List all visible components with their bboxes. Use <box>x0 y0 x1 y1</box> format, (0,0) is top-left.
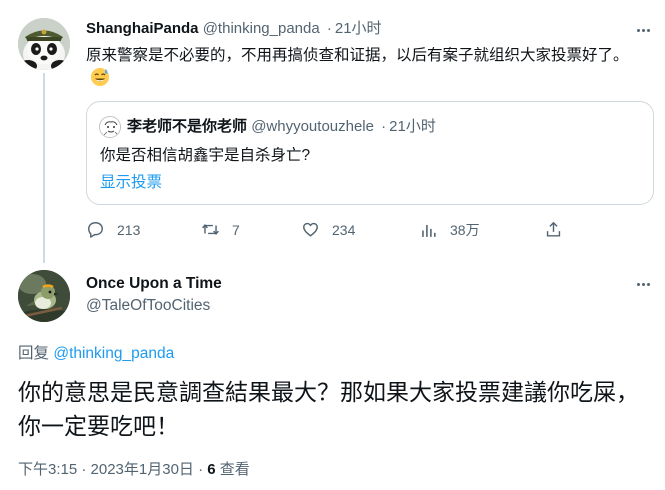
tweet-text: 你的意思是民意調查結果最大？那如果大家投票建議你吃屎，你一定要吃吧！ <box>18 379 639 439</box>
tweet-text: 原来警察是不必要的，不用再搞侦查和证据，以后有案子就组织大家投票好了。 <box>86 44 646 94</box>
sketch-avatar-icon <box>100 117 120 137</box>
panda-avatar-icon <box>18 18 70 70</box>
views-label: 查看 <box>219 461 250 478</box>
avatar[interactable] <box>18 18 70 70</box>
author-handle[interactable]: @TaleOfTooCities <box>86 296 210 316</box>
share-icon <box>546 221 561 237</box>
thread-line <box>43 73 45 263</box>
quote-author-name[interactable]: 李老师不是你老师 <box>127 118 247 135</box>
reply-icon <box>88 222 103 238</box>
views-chart-icon <box>422 224 436 237</box>
separator-dot: · <box>381 118 387 135</box>
retweet-button[interactable]: 7 <box>201 220 240 239</box>
tweet-body: 原来警察是不必要的，不用再搞侦查和证据，以后有案子就组织大家投票好了。 <box>86 47 629 64</box>
separator-dot: · <box>326 20 332 37</box>
quote-text: 你是否相信胡鑫宇是自杀身亡? <box>100 147 311 164</box>
sweat-smile-emoji-icon <box>90 67 110 94</box>
views-count: 6 <box>207 461 216 478</box>
reply-button[interactable]: 213 <box>86 220 140 239</box>
bird-avatar-icon <box>18 270 70 322</box>
tweet-header: ShanghaiPanda @thinking_panda · 21小时 <box>86 19 382 39</box>
reply-count: 213 <box>117 221 141 238</box>
share-button[interactable] <box>544 220 563 239</box>
author-name[interactable]: ShanghaiPanda <box>86 20 199 37</box>
like-button[interactable]: 234 <box>301 220 355 239</box>
quote-time[interactable]: 21小时 <box>389 118 436 135</box>
quote-author-handle[interactable]: @whyyoutouzhele <box>251 118 374 135</box>
author-name[interactable]: Once Upon a Time <box>86 274 222 294</box>
reply-context: 回复 @thinking_panda <box>18 344 174 364</box>
retweet-icon <box>202 224 219 235</box>
tweet-panda[interactable]: ShanghaiPanda @thinking_panda · 21小时 原来警察… <box>0 0 665 263</box>
quote-header: 李老师不是你老师 @whyyoutouzhele · 21小时 <box>127 117 436 137</box>
more-options-icon[interactable] <box>632 276 654 292</box>
reply-to-link[interactable]: @thinking_panda <box>53 345 174 362</box>
views-count: 38万 <box>450 222 480 238</box>
reply-prefix: 回复 <box>18 345 50 362</box>
tweet-meta: 下午3:15 · 2023年1月30日 · 6 查看 <box>18 460 250 480</box>
views-button[interactable]: 38万 <box>419 220 480 240</box>
tweet-time[interactable]: 21小时 <box>335 20 382 37</box>
heart-icon <box>303 222 318 237</box>
avatar[interactable] <box>18 270 70 322</box>
more-options-icon[interactable] <box>632 22 654 38</box>
like-count: 234 <box>332 221 356 238</box>
show-poll-link[interactable]: 显示投票 <box>100 172 162 194</box>
tweet-actions: 213 7 234 38万 <box>86 220 646 244</box>
quote-avatar[interactable] <box>99 116 121 138</box>
quoted-tweet[interactable]: 李老师不是你老师 @whyyoutouzhele · 21小时 你是否相信胡鑫宇是… <box>86 101 654 205</box>
retweet-count: 7 <box>232 221 240 238</box>
tweet-timestamp[interactable]: 下午3:15 · 2023年1月30日 · <box>18 461 207 478</box>
author-handle[interactable]: @thinking_panda <box>203 20 320 37</box>
